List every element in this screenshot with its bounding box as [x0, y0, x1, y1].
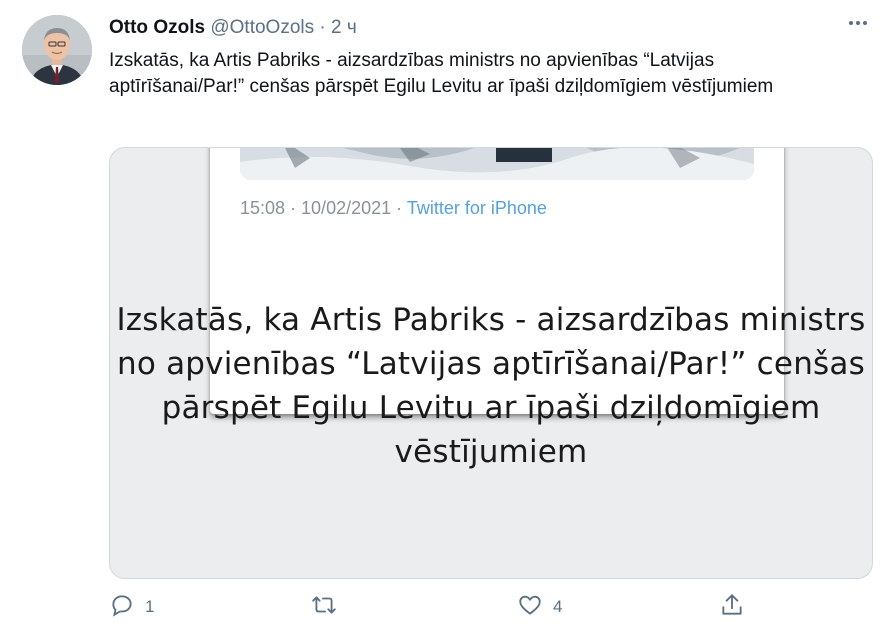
heart-icon [517, 592, 543, 623]
author-handle[interactable]: @OttoOzols [210, 17, 314, 38]
like-button[interactable]: 4 [517, 592, 562, 622]
share-icon [719, 592, 745, 623]
tweet-header: Otto Ozols @OttoOzols · 2 ч [109, 16, 357, 40]
tweet-actions: 1 4 [109, 592, 871, 622]
share-button[interactable] [719, 592, 745, 622]
avatar[interactable] [22, 15, 92, 85]
embedded-timestamp: 15:08 · 10/02/2021 · [240, 198, 407, 218]
reply-icon [109, 592, 135, 623]
reply-button[interactable]: 1 [109, 592, 154, 622]
embedded-photo [240, 148, 754, 180]
reply-count: 1 [145, 597, 155, 616]
tweet-timestamp[interactable]: 2 ч [331, 17, 357, 38]
quote-text: Izskatās, ka Artis Pabriks - aizsardzība… [116, 302, 866, 470]
embedded-source: Twitter for iPhone [406, 198, 547, 218]
separator-dot: · [319, 17, 326, 38]
tweet-text: Izskatās, ka Artis Pabriks - aizsardzība… [109, 50, 774, 97]
embedded-tweet-meta: 15:08 · 10/02/2021 · Twitter for iPhone [240, 198, 547, 219]
tweet[interactable]: Otto Ozols @OttoOzols · 2 ч Izskatās, ka… [0, 0, 890, 636]
author-name[interactable]: Otto Ozols [109, 17, 205, 38]
tweet-media-image[interactable]: 15:08 · 10/02/2021 · Twitter for iPhone … [109, 147, 873, 579]
like-count: 4 [553, 597, 563, 616]
more-dots-icon [846, 11, 870, 40]
more-options-button[interactable] [840, 10, 876, 40]
retweet-button[interactable] [311, 592, 347, 622]
retweet-icon [311, 592, 337, 623]
